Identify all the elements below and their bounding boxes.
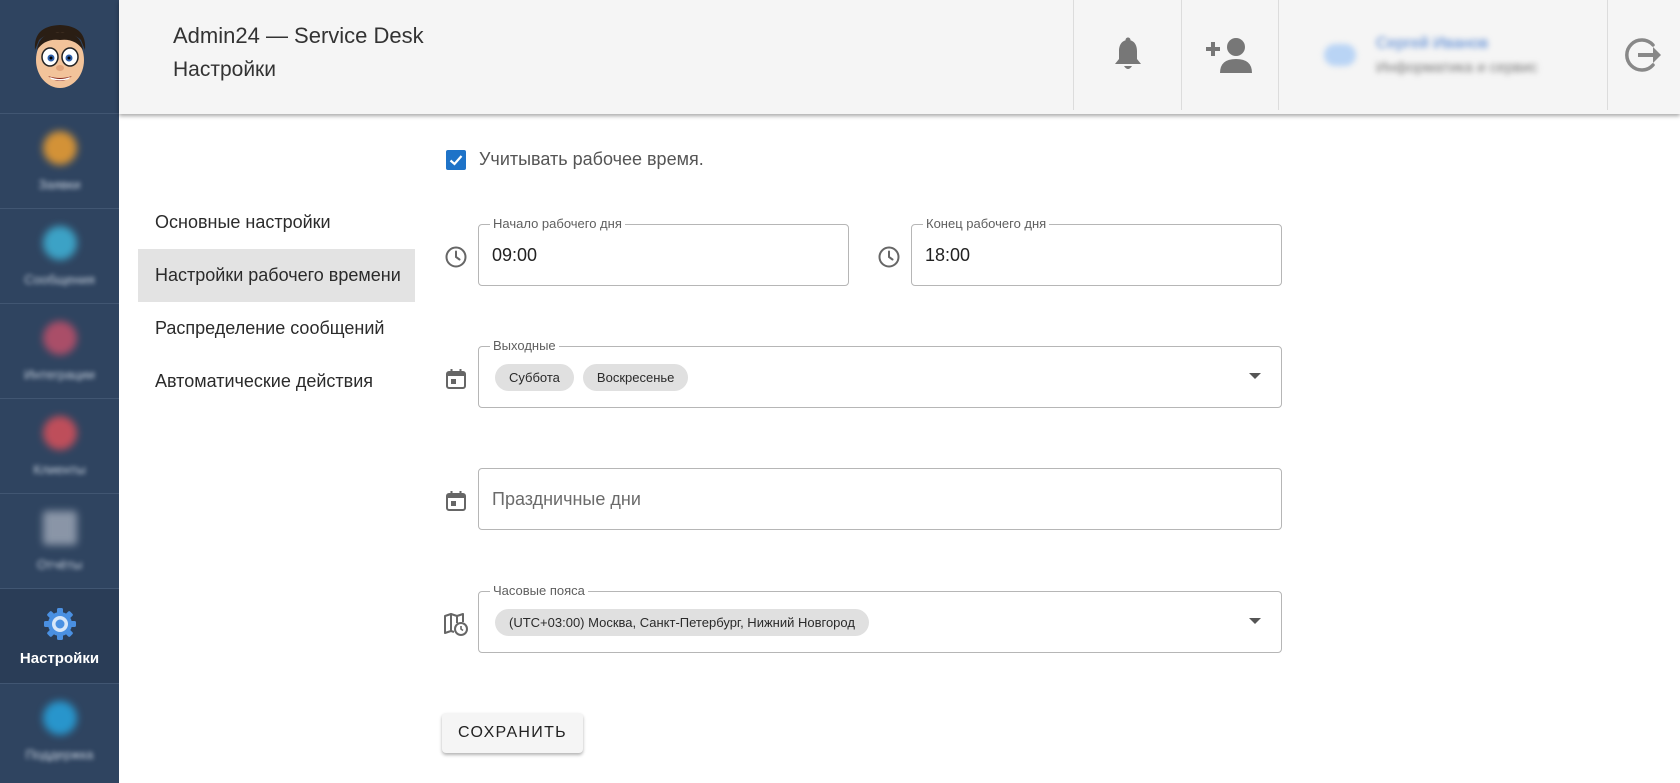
notifications-button[interactable] — [1074, 0, 1181, 110]
gear-icon — [43, 607, 76, 640]
settings-menu: Основные настройки Настройки рабочего вр… — [138, 196, 415, 408]
checkbox-checked[interactable] — [446, 149, 466, 170]
map-clock-icon — [443, 611, 469, 637]
logout-button[interactable] — [1608, 0, 1680, 110]
chip-saturday[interactable]: Суббота — [495, 364, 574, 391]
app-logo[interactable] — [0, 0, 119, 114]
tickets-icon — [42, 130, 77, 165]
sidebar-item-label: Сообщения — [24, 271, 95, 287]
sidebar-item-label: Настройки — [19, 649, 100, 667]
header-divider — [1278, 0, 1279, 110]
sidebar-item-label: Интеграции — [24, 366, 95, 382]
user-name: Сергей Иванов — [1376, 34, 1489, 52]
clients-icon — [42, 415, 77, 450]
sidebar-item-settings[interactable]: Настройки — [0, 589, 119, 684]
messages-icon — [42, 225, 77, 260]
chip-list: (UTC+03:00) Москва, Санкт-Петербург, Ниж… — [495, 609, 869, 636]
calendar-icon — [443, 488, 469, 514]
workday-end-field[interactable]: Конец рабочего дня 18:00 — [911, 216, 1282, 286]
sidebar-item-label: Отчёты — [36, 556, 83, 572]
workday-start-field[interactable]: Начало рабочего дня 09:00 — [478, 216, 849, 286]
top-header: Admin24 — Service Desk Настройки Сергей … — [119, 0, 1680, 114]
sidebar-item-integrations[interactable]: Интеграции — [0, 304, 119, 399]
days-off-select[interactable]: Выходные Суббота Воскресенье — [478, 338, 1282, 408]
sidebar-item-label: Клиенты — [33, 461, 86, 477]
menu-item-general-settings[interactable]: Основные настройки — [138, 196, 415, 249]
menu-item-working-time-settings[interactable]: Настройки рабочего времени — [138, 249, 415, 302]
timezones-select[interactable]: Часовые пояса (UTC+03:00) Москва, Санкт-… — [478, 583, 1282, 653]
check-icon — [449, 154, 463, 166]
user-profile[interactable]: Сергей Иванов Информатика и сервис — [1310, 0, 1598, 110]
field-label: Часовые пояса — [490, 583, 588, 599]
menu-item-automatic-actions[interactable]: Автоматические действия — [138, 355, 415, 408]
sidebar-item-label: Поддержка — [25, 747, 94, 762]
chip-timezone-moscow[interactable]: (UTC+03:00) Москва, Санкт-Петербург, Ниж… — [495, 609, 869, 636]
chip-list: Суббота Воскресенье — [495, 364, 689, 391]
header-titles: Admin24 — Service Desk Настройки — [173, 22, 424, 84]
calendar-icon — [443, 366, 469, 392]
save-button[interactable]: СОХРАНИТЬ — [442, 713, 583, 753]
add-user-icon — [1206, 38, 1252, 73]
clock-icon — [443, 244, 469, 270]
user-organization: Информатика и сервис — [1376, 58, 1538, 76]
field-label: Выходные — [490, 338, 559, 354]
sidebar-item-clients[interactable]: Клиенты — [0, 399, 119, 494]
clock-icon — [876, 244, 902, 270]
field-value[interactable]: 09:00 — [492, 225, 537, 285]
support-icon — [42, 701, 77, 735]
holidays-field[interactable]: Праздничные дни — [478, 468, 1282, 530]
checkbox-label: Учитывать рабочее время. — [479, 149, 704, 169]
bell-icon — [1114, 37, 1141, 69]
menu-item-message-distribution[interactable]: Распределение сообщений — [138, 302, 415, 355]
app-title: Admin24 — Service Desk — [173, 23, 424, 48]
sidebar-item-label: Заявки — [38, 176, 81, 192]
app-sidebar: Заявки Сообщения Интеграции Клиенты Отчё… — [0, 0, 119, 783]
avatar — [1324, 44, 1356, 66]
sidebar-item-support[interactable]: Поддержка — [0, 684, 119, 779]
reports-icon — [42, 510, 77, 545]
dropdown-arrow-icon[interactable] — [1249, 618, 1261, 624]
chip-sunday[interactable]: Воскресенье — [582, 364, 689, 391]
logout-icon — [1625, 38, 1661, 72]
sidebar-item-tickets[interactable]: Заявки — [0, 114, 119, 209]
integrations-icon — [42, 320, 77, 355]
dropdown-arrow-icon[interactable] — [1249, 373, 1261, 379]
sidebar-item-messages[interactable]: Сообщения — [0, 209, 119, 304]
holidays-placeholder: Праздничные дни — [492, 489, 641, 509]
field-value[interactable]: 18:00 — [925, 225, 970, 285]
page-title: Настройки — [173, 58, 276, 81]
add-user-button[interactable] — [1182, 0, 1278, 110]
sidebar-item-reports[interactable]: Отчёты — [0, 494, 119, 589]
mascot-logo-icon — [34, 24, 85, 88]
consider-working-time-checkbox[interactable]: Учитывать рабочее время. — [446, 149, 704, 170]
